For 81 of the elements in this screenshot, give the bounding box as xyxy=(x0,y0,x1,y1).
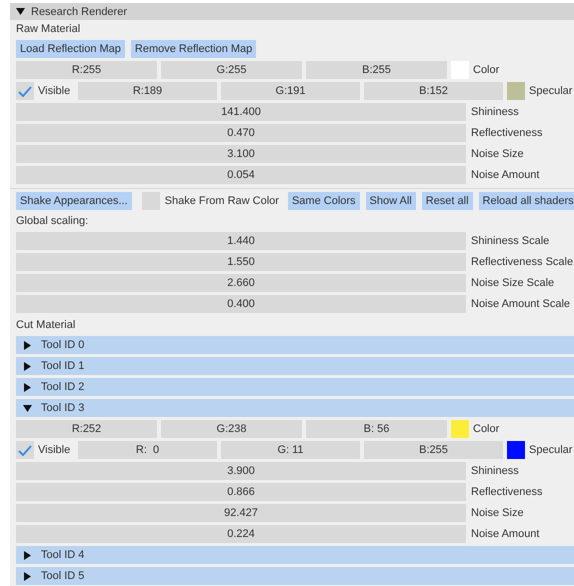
caret-icon[interactable] xyxy=(23,572,32,580)
tool-header[interactable]: Tool ID 0 xyxy=(16,336,574,354)
tool-title: Tool ID 1 xyxy=(41,360,84,372)
tool-title: Tool ID 3 xyxy=(41,402,84,414)
caret-icon[interactable] xyxy=(23,340,32,350)
field-label: Reflectiveness xyxy=(471,486,544,498)
number-field[interactable]: 3.900 xyxy=(16,462,466,480)
action-button[interactable]: Remove Reflection Map xyxy=(130,40,256,58)
color-channel-field[interactable]: G:238 xyxy=(161,420,302,438)
section-heading: Cut Material xyxy=(16,318,76,333)
action-button[interactable]: Reload all shaders xyxy=(478,192,574,210)
tool-header[interactable]: Tool ID 5 xyxy=(16,567,574,585)
action-button[interactable]: Reset all xyxy=(422,192,473,210)
field-label: Color xyxy=(473,64,500,76)
number-field[interactable]: 0.470 xyxy=(16,124,466,142)
color-channel-field[interactable]: B:255 xyxy=(306,61,447,79)
field-label: Noise Amount Scale xyxy=(471,298,572,310)
field-label: Noise Amount xyxy=(471,169,540,181)
color-swatch[interactable] xyxy=(507,82,525,100)
checkbox-label: Visible xyxy=(38,85,72,97)
field-label: Noise Size xyxy=(471,148,525,160)
number-field[interactable]: 3.100 xyxy=(16,145,466,163)
number-field[interactable]: 0.866 xyxy=(16,483,466,501)
caret-icon[interactable] xyxy=(16,7,25,16)
action-button[interactable]: Load Reflection Map xyxy=(16,40,125,58)
tool-header[interactable]: Tool ID 2 xyxy=(16,378,574,396)
tool-header[interactable]: Tool ID 1 xyxy=(16,357,574,375)
field-label: Color xyxy=(473,423,500,435)
color-channel-field[interactable]: R:255 xyxy=(16,61,157,79)
number-field[interactable]: 0.400 xyxy=(16,295,466,313)
action-button[interactable]: Same Colors xyxy=(288,192,360,210)
color-channel-field[interactable]: R: 0 xyxy=(78,441,217,459)
color-channel-field[interactable]: B: 56 xyxy=(306,420,447,438)
panel-header[interactable]: Research Renderer xyxy=(10,3,574,20)
color-channel-field[interactable]: R:189 xyxy=(78,82,217,100)
tool-title: Tool ID 0 xyxy=(41,339,84,351)
field-label: Shininess Scale xyxy=(471,235,550,247)
caret-icon[interactable] xyxy=(23,362,32,370)
tool-title: Tool ID 4 xyxy=(41,549,84,561)
number-field[interactable]: 0.224 xyxy=(16,525,466,543)
number-field[interactable]: 1.550 xyxy=(16,253,466,271)
panel-title: Research Renderer xyxy=(31,6,127,18)
field-label: Noise Size Scale xyxy=(471,277,556,289)
field-label: Specular xyxy=(529,85,574,97)
check-icon xyxy=(18,444,32,456)
color-channel-field[interactable]: R:252 xyxy=(16,420,157,438)
field-label: Shininess xyxy=(471,106,520,118)
action-button[interactable]: Shake Appearances... xyxy=(16,192,132,210)
number-field[interactable]: 2.660 xyxy=(16,274,466,292)
section-heading: Global scaling: xyxy=(16,214,90,229)
color-swatch[interactable] xyxy=(507,441,525,459)
color-swatch[interactable] xyxy=(451,420,469,438)
tool-title: Tool ID 2 xyxy=(41,381,84,393)
field-label: Shininess xyxy=(471,465,520,477)
checkbox-label: Visible xyxy=(38,444,72,456)
number-field[interactable]: 0.054 xyxy=(16,166,466,184)
caret-icon[interactable] xyxy=(23,404,32,412)
number-field[interactable]: 141.400 xyxy=(16,103,466,121)
checkbox[interactable] xyxy=(16,441,34,459)
tool-header[interactable]: Tool ID 3 xyxy=(16,399,574,417)
checkbox[interactable] xyxy=(16,82,34,100)
number-field[interactable]: 92.427 xyxy=(16,504,466,522)
check-icon xyxy=(18,86,32,96)
section-heading: Raw Material xyxy=(16,22,82,37)
field-label: Reflectiveness Scale xyxy=(471,256,574,268)
tool-header[interactable]: Tool ID 4 xyxy=(16,546,574,564)
color-channel-field[interactable]: G: 11 xyxy=(221,441,360,459)
color-channel-field[interactable]: B:255 xyxy=(364,441,503,459)
color-channel-field[interactable]: G:191 xyxy=(221,82,360,100)
number-field[interactable]: 1.440 xyxy=(16,232,466,250)
action-button[interactable]: Show All xyxy=(366,192,416,210)
caret-icon[interactable] xyxy=(23,550,32,560)
color-channel-field[interactable]: B:152 xyxy=(364,82,503,100)
field-label: Specular xyxy=(529,444,574,456)
field-label: Noise Size xyxy=(471,507,525,519)
checkbox-label: Shake From Raw Color xyxy=(164,195,279,207)
caret-icon[interactable] xyxy=(23,382,32,392)
field-label: Noise Amount xyxy=(471,528,540,540)
field-label: Reflectiveness xyxy=(471,127,544,139)
tool-title: Tool ID 5 xyxy=(41,570,84,582)
color-channel-field[interactable]: G:255 xyxy=(161,61,302,79)
